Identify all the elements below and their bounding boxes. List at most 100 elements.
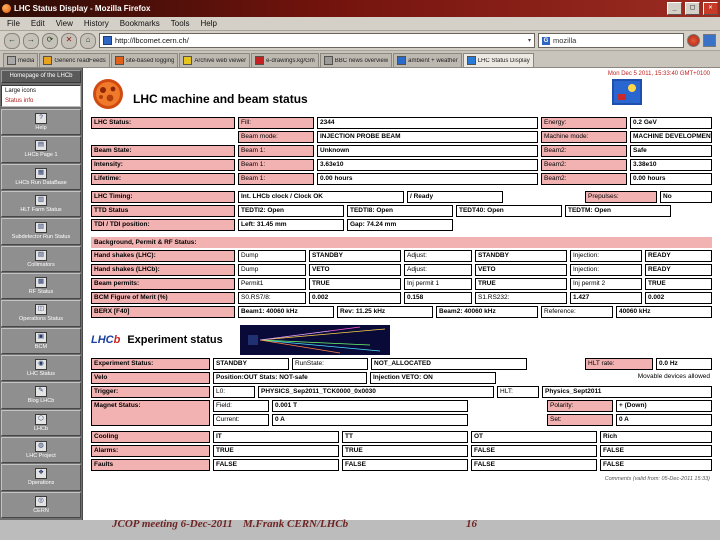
sidebar-item[interactable]: ◉ LHC Status: [1, 354, 81, 382]
minimize-button[interactable]: _: [667, 2, 682, 15]
sidebar-item-label: LHC Status: [26, 371, 56, 378]
value-cell: Position:OUT Stats: NOT-safe: [213, 372, 367, 384]
search-input[interactable]: mozilla: [553, 36, 680, 45]
value-cell: TRUE: [342, 445, 468, 457]
tab[interactable]: media: [3, 53, 39, 67]
sidebar-item-icon: ▥: [35, 195, 47, 207]
menu-bar: File Edit View History Bookmarks Tools Help: [0, 17, 720, 31]
row-label: Magnet Status:: [91, 400, 210, 426]
sidebar-item[interactable]: ◍ LHC Project: [1, 436, 81, 464]
key-cell: Adjust:: [404, 250, 472, 262]
sidebar-item-label: Operations Status: [18, 316, 64, 323]
stop-button[interactable]: ✕: [61, 32, 77, 49]
value-cell: FALSE: [471, 459, 597, 471]
sidebar-nav: ? Help ▤ LHCb Page 1 ▦ LHCb Run DataBase: [1, 109, 81, 518]
tab-favicon: [255, 56, 265, 65]
sidebar-item[interactable]: ▨ Collimators: [1, 245, 81, 272]
bcm-row: BCM Figure of Merit (%) S0.RS7/8: 0.002 …: [91, 292, 712, 304]
value-cell: PHYSICS_Sep2011_TCK0000_0x0030: [258, 386, 494, 398]
forward-button[interactable]: →: [23, 32, 39, 49]
row-label: LHC Timing:: [91, 191, 235, 203]
home-button[interactable]: ⌂: [80, 32, 96, 49]
sidebar: Homepage of the LHCb Large icons Status …: [0, 68, 82, 520]
value-cell: 0 A: [616, 414, 712, 426]
sidebar-item[interactable]: ◫ Operations Status: [1, 300, 81, 327]
back-button[interactable]: ←: [4, 32, 20, 49]
sidebar-item[interactable]: ▥ HLT Farm Status: [1, 190, 81, 218]
window-titlebar[interactable]: LHC Status Display - Mozilla Firefox _ □…: [0, 0, 720, 17]
listbox-item[interactable]: Large icons: [2, 86, 80, 96]
tab[interactable]: site-based logging: [110, 53, 179, 67]
value-cell: 0 A: [272, 414, 468, 426]
url-dropdown-arrow[interactable]: ▾: [528, 37, 531, 44]
table-row: LHC Status: Fill: 2344 Energy: 0.2 GeV: [91, 117, 712, 129]
value-cell: 3.63e10: [317, 159, 538, 171]
timestamp: Mon Dec 5 2011, 15:33:40 GMT+0100: [607, 71, 710, 77]
tab-favicon: [323, 56, 333, 65]
sidebar-item[interactable]: ▦ LHCb Run DataBase: [1, 163, 81, 190]
sidebar-item[interactable]: ▤ LHCb Page 1: [1, 136, 81, 163]
url-input[interactable]: http://lbcomet.cern.ch/: [115, 36, 525, 45]
sidebar-item[interactable]: ▣ BCM: [1, 327, 81, 354]
sidebar-item-label: HLT Farm Status: [20, 207, 62, 214]
close-button[interactable]: ✕: [703, 2, 718, 15]
value-cell: Left: 31.45 mm: [238, 219, 344, 231]
lhcb-badge-logo: [612, 79, 642, 105]
tab-active[interactable]: LHC Status Display: [462, 53, 534, 67]
sidebar-item-label: Subdetector Run Status: [11, 234, 71, 241]
menu-item[interactable]: File: [6, 19, 21, 28]
menu-item[interactable]: View: [55, 19, 74, 28]
tab[interactable]: BBC news overview: [319, 53, 393, 67]
sidebar-item[interactable]: ⬡ LHCb: [1, 409, 81, 436]
sidebar-item[interactable]: ❖ Operations: [1, 464, 81, 491]
value-cell: 0.158: [404, 292, 472, 304]
key-cell: Current:: [213, 414, 269, 426]
sidebar-item[interactable]: ✎ Blog LHCb: [1, 382, 81, 409]
cooling-faults-row: Faults FALSE FALSE FALSE FALSE: [91, 459, 712, 471]
search-engine-icon[interactable]: G: [542, 36, 550, 45]
tab[interactable]: e-drawings.kg/Gm: [251, 53, 319, 67]
value-cell: 2344: [317, 117, 538, 129]
tab[interactable]: ambient + weather: [393, 53, 462, 67]
extension-icon[interactable]: [703, 34, 716, 47]
key-cell: Injection:: [570, 264, 642, 276]
adblock-icon[interactable]: [687, 34, 700, 47]
reload-button[interactable]: ⟳: [42, 32, 58, 49]
sidebar-item-icon: ▧: [35, 222, 47, 234]
value-cell: 0.2 GeV: [630, 117, 712, 129]
sidebar-item[interactable]: ? Help: [1, 109, 81, 136]
key-cell: Beam2:: [541, 173, 627, 185]
lhc-logo: [93, 79, 123, 109]
maximize-button[interactable]: □: [685, 2, 700, 15]
key-cell: S0.RS7/8:: [238, 292, 306, 304]
lhcb-logo-b: b: [113, 334, 121, 346]
menu-item[interactable]: Edit: [30, 19, 46, 28]
value-cell: 0.001 T: [272, 400, 468, 412]
search-bar[interactable]: G mozilla: [538, 33, 684, 48]
sidebar-item[interactable]: ▧ Subdetector Run Status: [1, 218, 81, 245]
tab[interactable]: Generic readFeeds: [39, 53, 110, 67]
column-header: TT: [342, 431, 468, 443]
tab[interactable]: Archive web viewer: [179, 53, 251, 67]
tab-label: ambient + weather: [408, 57, 458, 64]
sidebar-item[interactable]: ▩ RF Status: [1, 272, 81, 300]
value-cell: INJECTION PROBE BEAM: [317, 131, 538, 143]
row-label: Lifetime:: [91, 173, 235, 185]
menu-item[interactable]: History: [83, 19, 110, 28]
firefox-icon: [2, 4, 11, 13]
value-cell: TEDT40: Open: [456, 205, 562, 217]
value-cell: FALSE: [342, 459, 468, 471]
sidebar-item[interactable]: ◎ CERN: [1, 491, 81, 518]
magnet-current-row: Current: 0 A Set: 0 A: [213, 414, 712, 426]
menu-item[interactable]: Help: [199, 19, 217, 28]
listbox-item[interactable]: Status info: [2, 96, 80, 106]
url-bar[interactable]: http://lbcomet.cern.ch/ ▾: [99, 33, 535, 48]
value-cell: FALSE: [600, 445, 712, 457]
row-label: Velo: [91, 372, 210, 384]
tab-label: e-drawings.kg/Gm: [266, 57, 315, 64]
sidebar-item-icon: ?: [35, 113, 47, 125]
sidebar-item-icon: ◍: [35, 441, 47, 453]
value-cell: STANDBY: [475, 250, 567, 262]
menu-item[interactable]: Tools: [170, 19, 191, 28]
menu-item[interactable]: Bookmarks: [119, 19, 161, 28]
